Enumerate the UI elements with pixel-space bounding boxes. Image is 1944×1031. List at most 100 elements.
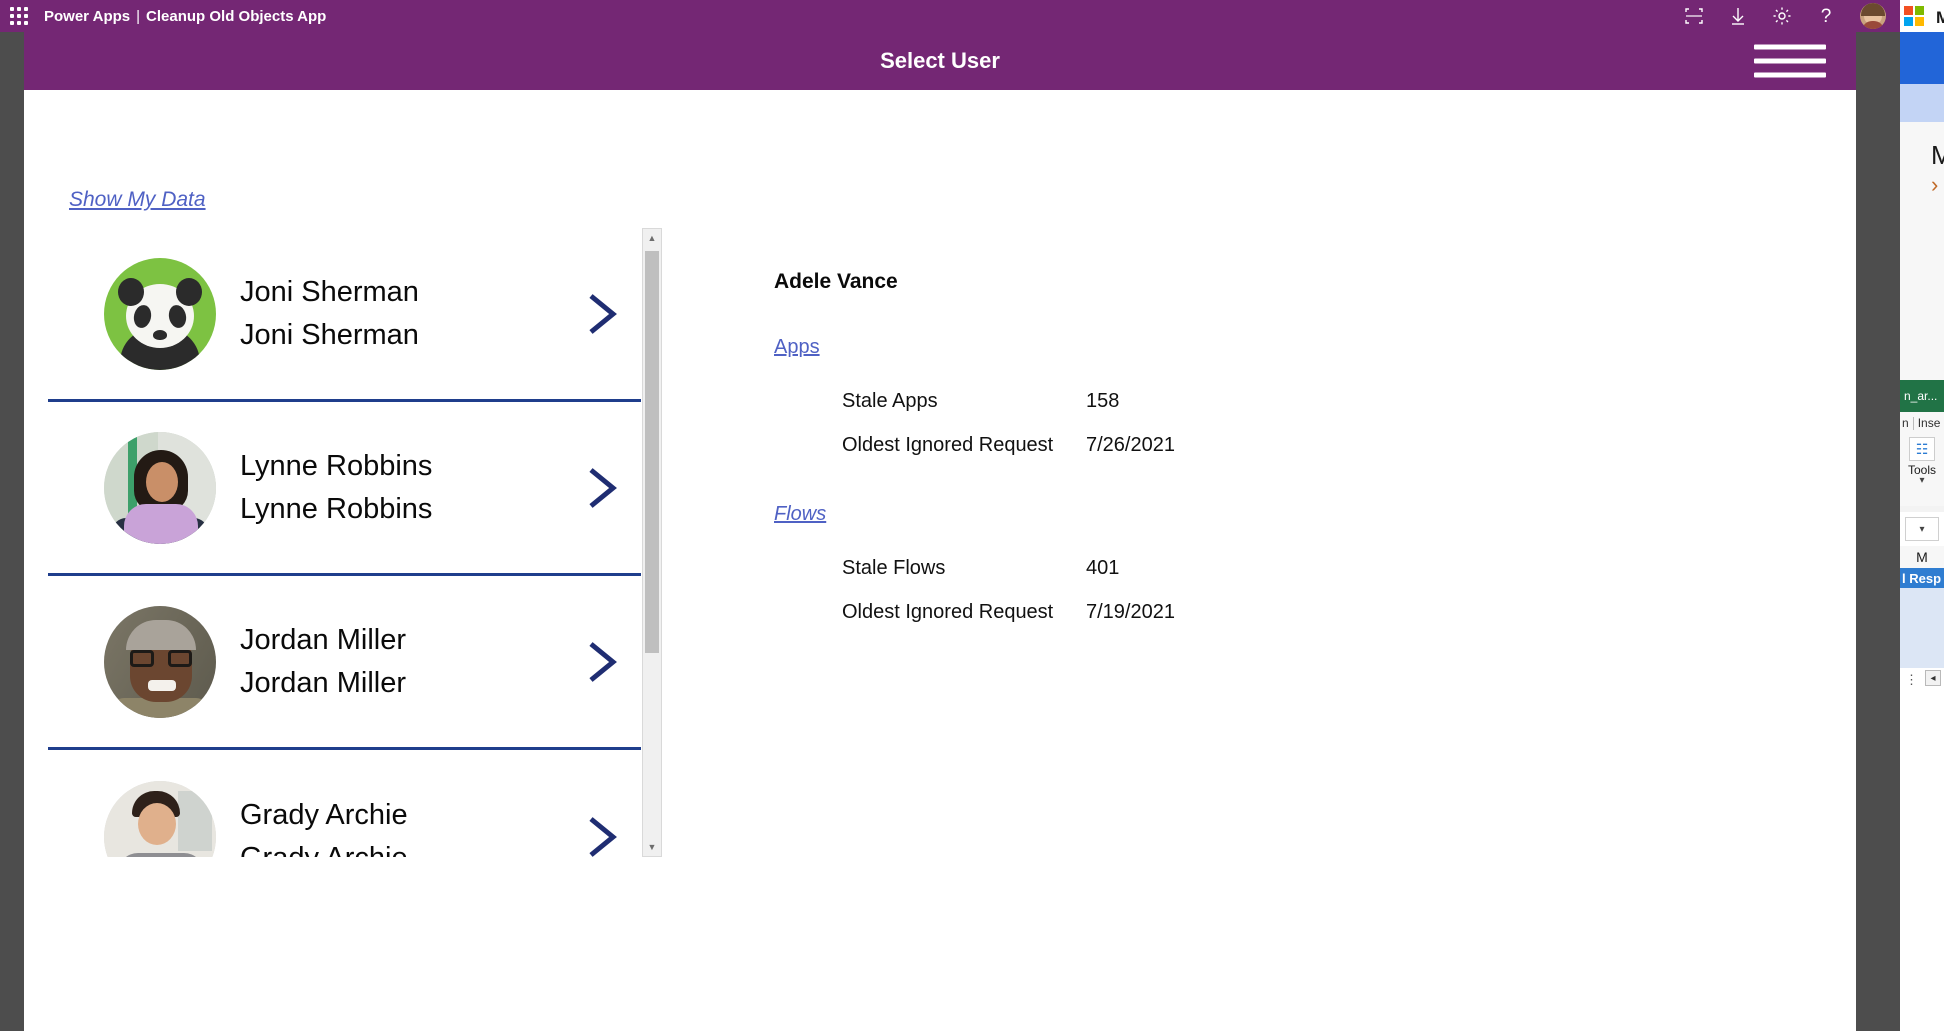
help-icon[interactable]: ?	[1816, 6, 1836, 26]
avatar[interactable]	[1860, 3, 1886, 29]
table-row: Stale Flows 401	[842, 546, 1634, 590]
panda-ear-right	[176, 278, 202, 306]
topbar-actions: ?	[1684, 3, 1900, 29]
scrollbar-thumb[interactable]	[645, 251, 659, 653]
list-item-text: Jordan Miller Jordan Miller	[240, 626, 406, 698]
panda-ear-left	[118, 278, 144, 306]
show-my-data-link[interactable]: Show My Data	[69, 188, 206, 212]
background-brand-letter: M	[1936, 8, 1944, 28]
hamburger-menu-icon[interactable]	[1754, 45, 1826, 78]
apps-link[interactable]: Apps	[774, 336, 820, 359]
avatar	[104, 606, 216, 718]
list-item-subtitle: Grady Archie	[240, 844, 408, 857]
brand-area: Power Apps | Cleanup Old Objects App	[44, 8, 326, 25]
svg-text:?: ?	[1821, 6, 1832, 26]
gear-icon[interactable]	[1772, 6, 1792, 26]
list-item-subtitle: Joni Sherman	[240, 321, 419, 350]
list-item[interactable]: Lynne Robbins Lynne Robbins	[48, 402, 641, 576]
brand-separator: |	[136, 8, 140, 25]
stat-value: 158	[1086, 390, 1119, 413]
stat-label: Stale Apps	[842, 390, 1086, 413]
stat-value: 7/19/2021	[1086, 601, 1175, 624]
flows-link[interactable]: Flows	[774, 503, 826, 526]
avatar-photo	[104, 781, 216, 857]
background-ribbon-group: ☷ Tools ▾	[1900, 434, 1944, 506]
table-row: Oldest Ignored Request 7/19/2021	[842, 590, 1634, 634]
background-formula-bar: ▾	[1900, 512, 1944, 546]
background-ribbon-tab-1[interactable]: n	[1902, 416, 1909, 430]
flows-stats: Stale Flows 401 Oldest Ignored Request 7…	[774, 546, 1634, 634]
ribbon-divider	[1913, 417, 1914, 430]
photo-glasses-left	[130, 650, 154, 667]
list-item[interactable]: Jordan Miller Jordan Miller	[48, 576, 641, 750]
photo-window	[178, 791, 212, 851]
table-row: Stale Apps 158	[842, 379, 1634, 423]
background-blue-banner	[1900, 32, 1944, 84]
page-title: Select User	[880, 48, 1000, 74]
stat-label: Oldest Ignored Request	[842, 601, 1086, 624]
app-launcher-icon[interactable]	[4, 7, 34, 25]
photo-shirt	[118, 853, 204, 857]
scroll-up-arrow[interactable]: ▲	[643, 229, 661, 247]
dropdown-caret-icon[interactable]: ▾	[1905, 517, 1939, 541]
stat-label: Stale Flows	[842, 557, 1086, 580]
background-lower-area	[1900, 668, 1944, 1031]
fullscreen-icon[interactable]	[1684, 6, 1704, 26]
power-apps-topbar: Power Apps | Cleanup Old Objects App ?	[0, 0, 1900, 32]
list-item-subtitle: Lynne Robbins	[240, 495, 432, 524]
avatar	[104, 258, 216, 370]
background-column-header[interactable]: M	[1900, 546, 1944, 568]
avatar	[104, 781, 216, 857]
overflow-dots-icon[interactable]: ⋮	[1905, 672, 1918, 688]
scrollbar[interactable]: ▲ ▼	[642, 228, 662, 857]
stat-label: Oldest Ignored Request	[842, 434, 1086, 457]
background-chevron-icon: ›	[1931, 172, 1938, 198]
microsoft-logo-icon	[1904, 6, 1924, 26]
right-chrome-strip	[1856, 32, 1900, 1031]
scroll-down-arrow[interactable]: ▼	[643, 838, 661, 856]
background-selected-cell[interactable]: l Resp	[1900, 568, 1944, 588]
background-titlebar: n_ar...	[1900, 380, 1944, 412]
photo-scarf	[124, 504, 198, 544]
panda-nose	[153, 330, 167, 340]
list-item-text: Grady Archie Grady Archie	[240, 801, 408, 857]
avatar-photo	[104, 432, 216, 544]
list-item-text: Joni Sherman Joni Sherman	[240, 278, 419, 350]
list-item-title: Lynne Robbins	[240, 452, 432, 481]
list-item[interactable]: Grady Archie Grady Archie	[48, 750, 641, 857]
chevron-right-icon[interactable]	[585, 291, 619, 337]
chevron-down-icon[interactable]: ▾	[1919, 477, 1924, 485]
stat-value: 7/26/2021	[1086, 434, 1175, 457]
apps-stats: Stale Apps 158 Oldest Ignored Request 7/…	[774, 379, 1634, 467]
chevron-right-icon[interactable]	[585, 814, 619, 857]
brand-name[interactable]: Power Apps	[44, 8, 130, 25]
chevron-right-icon[interactable]	[585, 639, 619, 685]
stat-value: 401	[1086, 557, 1119, 580]
app-name-label[interactable]: Cleanup Old Objects App	[146, 8, 326, 25]
user-detail-panel: Adele Vance Apps Stale Apps 158 Oldest I…	[774, 270, 1634, 634]
avatar-photo	[104, 606, 216, 718]
list-item-title: Joni Sherman	[240, 278, 419, 307]
list-item-title: Jordan Miller	[240, 626, 406, 655]
download-icon[interactable]	[1728, 6, 1748, 26]
background-ribbon-tab-2[interactable]: Inse	[1918, 416, 1941, 430]
background-lightblue-banner	[1900, 84, 1944, 122]
detail-user-name: Adele Vance	[774, 270, 1634, 294]
list-item-subtitle: Jordan Miller	[240, 669, 406, 698]
background-heading-letter: M	[1931, 140, 1944, 171]
data-tools-icon[interactable]: ☷	[1909, 437, 1935, 461]
photo-smile	[148, 680, 176, 691]
photo-face	[138, 803, 176, 845]
photo-face	[146, 462, 178, 502]
left-chrome-strip	[0, 32, 24, 1031]
collapse-pane-icon[interactable]: ◂	[1925, 670, 1941, 686]
chevron-right-icon[interactable]	[585, 465, 619, 511]
app-canvas: Select User Show My Data Joni Sherman	[24, 32, 1856, 1031]
list-item-text: Lynne Robbins Lynne Robbins	[240, 452, 432, 524]
avatar-hair	[1861, 3, 1885, 16]
background-data-rows	[1900, 588, 1944, 668]
list-item[interactable]: Joni Sherman Joni Sherman	[48, 228, 641, 402]
photo-glasses-right	[168, 650, 192, 667]
user-gallery: Joni Sherman Joni Sherman	[48, 228, 641, 857]
app-body: Show My Data Joni Sherman Joni Sherman	[24, 90, 1856, 1031]
